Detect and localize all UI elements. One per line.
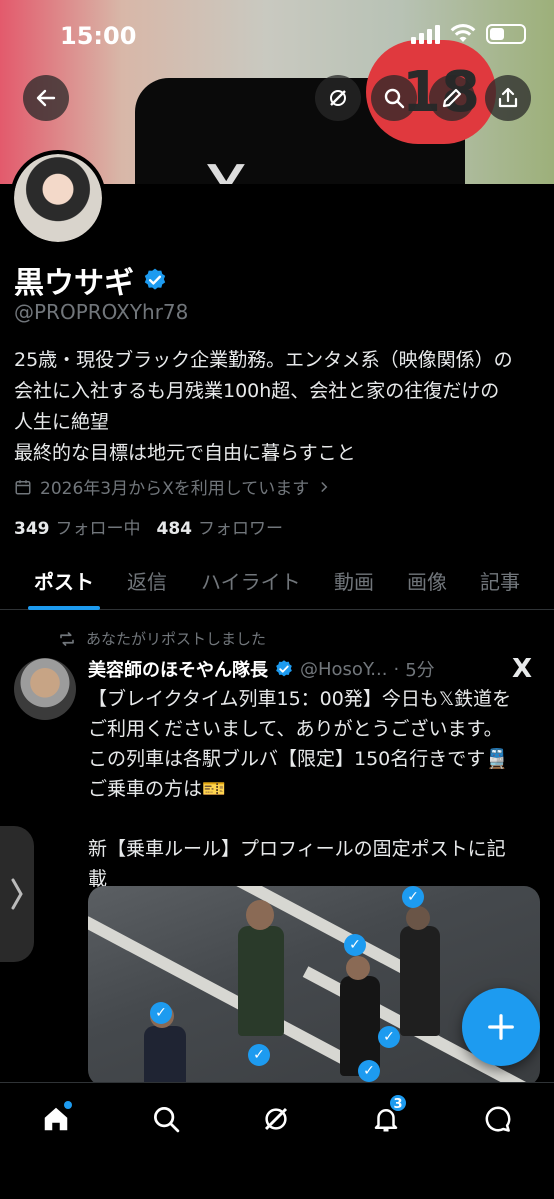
post-header: 美容師のほそやん隊長 @HosoY... · 5分 — [88, 656, 435, 682]
following-label: フォロー中 — [55, 519, 141, 539]
nav-notifications[interactable]: 3 — [362, 1093, 410, 1141]
post-meta-separator: · — [393, 658, 400, 680]
followers-count: 484 — [156, 519, 193, 539]
joined-date: 2026年3月からXを利用しています — [40, 479, 310, 499]
search-icon — [154, 1107, 180, 1133]
profile-bio: 25歳・現役ブラック企業勤務。エンタメ系（映像関係）の 会社に入社するも月残業1… — [14, 345, 544, 469]
profile-avatar[interactable] — [10, 150, 106, 246]
edit-profile-button[interactable] — [429, 75, 475, 121]
post-author-avatar[interactable] — [14, 658, 76, 720]
grok-button[interactable] — [315, 75, 361, 121]
cellular-signal-icon — [411, 24, 440, 44]
display-name-row: 黒ウサギ — [14, 258, 168, 302]
followers-label: フォロワー — [198, 519, 283, 539]
post-text-line: この列車は各駅ブルバ【限定】150名行きです🚆 — [88, 748, 509, 770]
following-count: 349 — [14, 519, 50, 539]
nav-search[interactable] — [142, 1097, 190, 1141]
wifi-icon — [450, 24, 476, 42]
chevron-right-icon — [321, 481, 328, 492]
repost-indicator: あなたがリポストしました — [58, 628, 266, 649]
grok-icon — [330, 90, 346, 106]
share-button[interactable] — [485, 75, 531, 121]
notifications-badge: 3 — [388, 1093, 408, 1113]
bio-line: 人生に絶望 — [14, 411, 110, 433]
banner-logo-letter: Ｘ — [196, 140, 316, 184]
tab-videos[interactable]: 動画 — [334, 566, 374, 595]
bottom-navigation: 3 — [0, 1082, 554, 1199]
back-button[interactable] — [23, 75, 69, 121]
bio-line: 25歳・現役ブラック企業勤務。エンタメ系（映像関係）の — [14, 349, 513, 371]
tab-replies[interactable]: 返信 — [127, 566, 167, 595]
message-bubble-icon — [485, 1106, 511, 1132]
active-tab-indicator — [28, 606, 100, 610]
follow-stats: 349 フォロー中 484 フォロワー — [14, 514, 283, 539]
side-drawer-handle[interactable] — [0, 826, 34, 962]
post-text: 【ブレイクタイム列車15：00発】今日も𝕏鉄道を ご利用くださいまして、ありがと… — [88, 684, 540, 894]
tab-posts[interactable]: ポスト — [34, 566, 94, 595]
post-text-line: 新【乗車ルール】プロフィールの固定ポストに記 — [88, 838, 506, 860]
bio-line: 最終的な目標は地元で自由に暮らすこと — [14, 442, 356, 464]
status-time: 15:00 — [60, 22, 137, 50]
chevron-right-icon — [11, 878, 23, 910]
nav-grok[interactable] — [252, 1097, 300, 1141]
status-icons — [411, 24, 526, 44]
nav-home[interactable] — [32, 1097, 80, 1141]
post-author-handle[interactable]: @HosoY... — [300, 659, 387, 680]
profile-handle: @PROPROXYhr78 — [14, 300, 189, 324]
battery-icon — [486, 24, 526, 44]
pencil-icon — [442, 88, 462, 108]
x-logo-icon: X — [512, 654, 533, 684]
post-timestamp: 5分 — [405, 660, 435, 681]
profile-tabs: ポスト 返信 ハイライト 動画 画像 記事 — [0, 556, 554, 610]
post-text-line — [88, 804, 540, 834]
verified-badge-icon[interactable] — [142, 267, 168, 293]
following-link[interactable]: 349 フォロー中 — [14, 514, 141, 539]
nav-messages[interactable] — [474, 1097, 522, 1141]
followers-link[interactable]: 484 フォロワー — [157, 514, 284, 539]
tab-highlights[interactable]: ハイライト — [201, 566, 301, 595]
grok-icon — [264, 1107, 288, 1131]
verified-badge-icon — [276, 660, 292, 677]
post-text-line: ご利用くださいまして、ありがとうございます。 — [88, 718, 503, 740]
repost-label: あなたがリポストしました — [86, 630, 267, 648]
compose-post-button[interactable] — [462, 988, 540, 1066]
tab-articles[interactable]: 記事 — [480, 566, 520, 595]
home-unread-dot — [64, 1101, 72, 1109]
post-image[interactable]: ✓ ✓ ✓ ✓ ✓ ✓ — [88, 886, 540, 1086]
post-author-name[interactable]: 美容師のほそやん隊長 — [88, 656, 268, 682]
joined-row[interactable]: 2026年3月からXを利用しています — [14, 474, 331, 499]
post-text-line: 【ブレイクタイム列車15：00発】今日も𝕏鉄道を — [88, 688, 512, 710]
repost-icon — [60, 631, 74, 646]
display-name: 黒ウサギ — [14, 266, 134, 301]
arrow-left-icon — [36, 89, 56, 107]
bio-line: 会社に入社するも月残業100h超、会社と家の往復だけの — [14, 380, 500, 402]
tab-images[interactable]: 画像 — [407, 566, 447, 595]
search-button[interactable] — [371, 75, 417, 121]
post-text-line: ご乗車の方は🎫 — [88, 778, 226, 800]
search-icon — [384, 88, 405, 109]
share-icon — [498, 87, 518, 108]
plus-icon — [488, 1014, 514, 1040]
calendar-icon — [15, 479, 31, 494]
